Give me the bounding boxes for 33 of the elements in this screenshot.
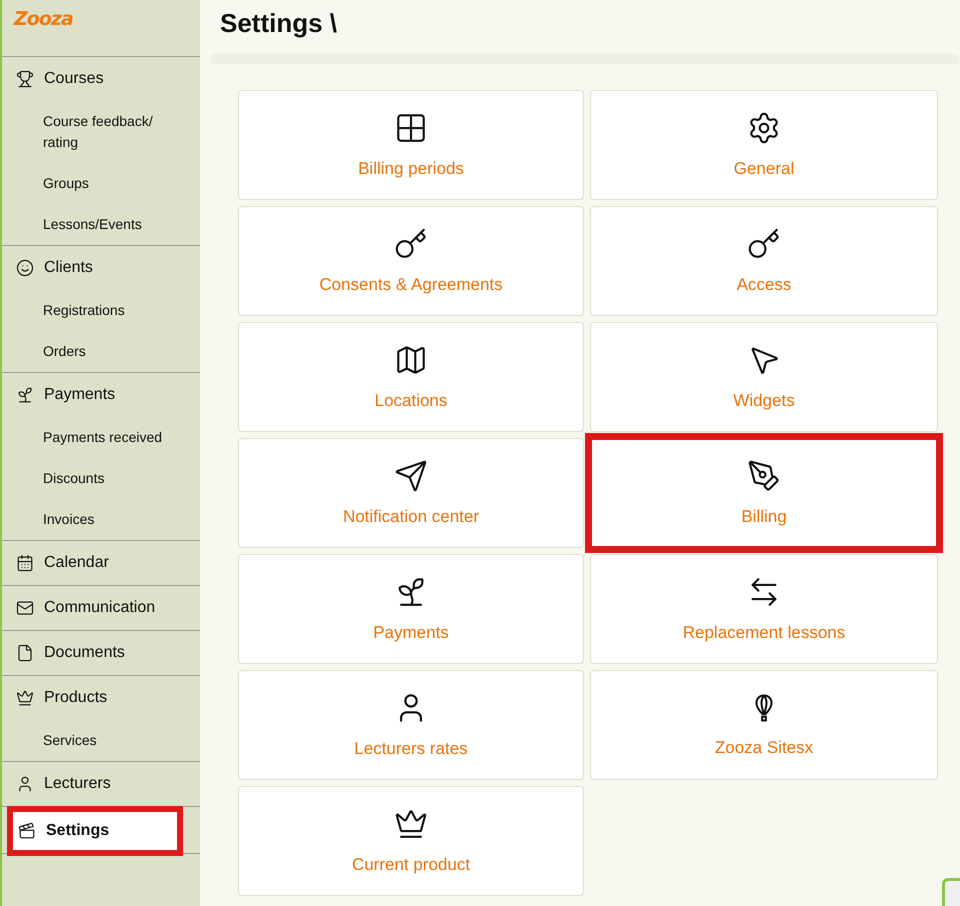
- key-icon: [747, 227, 781, 261]
- face-icon: [16, 259, 34, 277]
- sidebar-subitem[interactable]: Course feedback/ rating: [2, 101, 200, 163]
- sidebar-item[interactable]: Communication: [2, 586, 200, 630]
- sidebar-item[interactable]: Settings: [10, 809, 180, 853]
- trophy-icon: [16, 70, 34, 88]
- sidebar-item[interactable]: Products: [2, 676, 200, 720]
- grid-icon: [394, 111, 428, 145]
- sprout-icon: [16, 386, 34, 404]
- paper-plane-icon: [394, 459, 428, 493]
- sidebar-subitem[interactable]: Groups: [2, 163, 200, 204]
- sidebar-subitem[interactable]: Lessons/Events: [2, 204, 200, 245]
- key-icon: [394, 227, 428, 261]
- person-icon: [16, 775, 34, 793]
- sidebar-item[interactable]: Calendar: [2, 541, 200, 585]
- sidebar-subitem[interactable]: Discounts: [2, 458, 200, 499]
- sidebar-item[interactable]: Payments: [2, 373, 200, 417]
- crown-icon: [16, 689, 34, 707]
- sidebar-subitem[interactable]: Orders: [2, 331, 200, 372]
- sidebar-item[interactable]: Lecturers: [2, 762, 200, 806]
- sidebar-subitem[interactable]: Payments received: [2, 417, 200, 458]
- sidebar-subitem[interactable]: Invoices: [2, 499, 200, 540]
- clapperboard-icon: [18, 822, 36, 840]
- sidebar-item[interactable]: Courses: [2, 57, 200, 101]
- calendar-icon: [16, 554, 34, 572]
- sidebar-item[interactable]: Documents: [2, 631, 200, 675]
- document-icon: [16, 644, 34, 662]
- page-title: Settings \: [220, 8, 338, 40]
- sidebar-item[interactable]: Clients: [2, 246, 200, 290]
- pen-nib-icon: [747, 459, 781, 493]
- sidebar-subitem[interactable]: Registrations: [2, 290, 200, 331]
- envelope-icon: [16, 599, 34, 617]
- sidebar-subitem[interactable]: Services: [2, 720, 200, 761]
